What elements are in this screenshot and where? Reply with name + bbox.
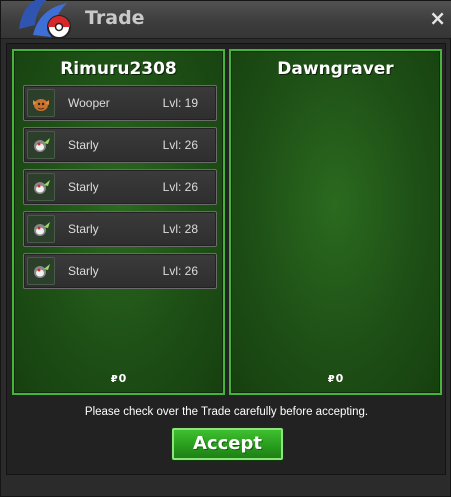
my-trainer-name: Rimuru2308 xyxy=(60,59,177,79)
partner-money: ₽0 xyxy=(231,372,440,385)
pokemon-slot[interactable]: Starly Lvl: 26 xyxy=(23,127,217,163)
pokemon-level: Lvl: 26 xyxy=(162,138,198,152)
partner-trainer-name: Dawngraver xyxy=(277,59,394,79)
partner-offer-panel: Dawngraver ₽0 xyxy=(229,49,442,395)
starly-icon xyxy=(33,180,50,196)
my-money-amount: 0 xyxy=(118,372,127,385)
pokemon-name: Starly xyxy=(68,180,99,194)
pokemon-level: Lvl: 26 xyxy=(162,180,198,194)
my-offer-panel: Rimuru2308 Wooper Lvl: 19 Starly Lvl: 26… xyxy=(12,49,225,395)
pokedollar-icon: ₽ xyxy=(327,374,335,385)
partner-money-amount: 0 xyxy=(335,372,344,385)
wooper-icon xyxy=(33,99,49,111)
pokemon-slot[interactable]: Starly Lvl: 26 xyxy=(23,253,217,289)
starly-icon xyxy=(33,138,50,154)
pokeball-logo-icon xyxy=(19,0,71,39)
my-money: ₽0 xyxy=(14,372,223,385)
window-title: Trade xyxy=(85,7,145,29)
pokemon-slot[interactable]: Starly Lvl: 28 xyxy=(23,211,217,247)
pokemon-name: Starly xyxy=(68,138,99,152)
pokedollar-icon: ₽ xyxy=(110,374,118,385)
pokemon-name: Wooper xyxy=(68,96,110,110)
close-button[interactable]: × xyxy=(429,8,446,28)
accept-button[interactable]: Accept xyxy=(172,428,283,460)
pokemon-level: Lvl: 26 xyxy=(162,264,198,278)
starly-icon xyxy=(33,222,50,238)
title-bar[interactable]: Trade × xyxy=(1,0,451,39)
pokemon-level: Lvl: 19 xyxy=(162,96,198,110)
pokemon-name: Starly xyxy=(68,264,99,278)
pokemon-slot[interactable]: Starly Lvl: 26 xyxy=(23,169,217,205)
trade-notice: Please check over the Trade carefully be… xyxy=(84,406,369,418)
trade-window: Trade × Rimuru2308 Wooper Lvl: 19 Starly… xyxy=(0,0,451,497)
pokemon-level: Lvl: 28 xyxy=(162,222,198,236)
pokemon-slot[interactable]: Wooper Lvl: 19 xyxy=(23,85,217,121)
starly-icon xyxy=(33,264,50,280)
pokemon-name: Starly xyxy=(68,222,99,236)
